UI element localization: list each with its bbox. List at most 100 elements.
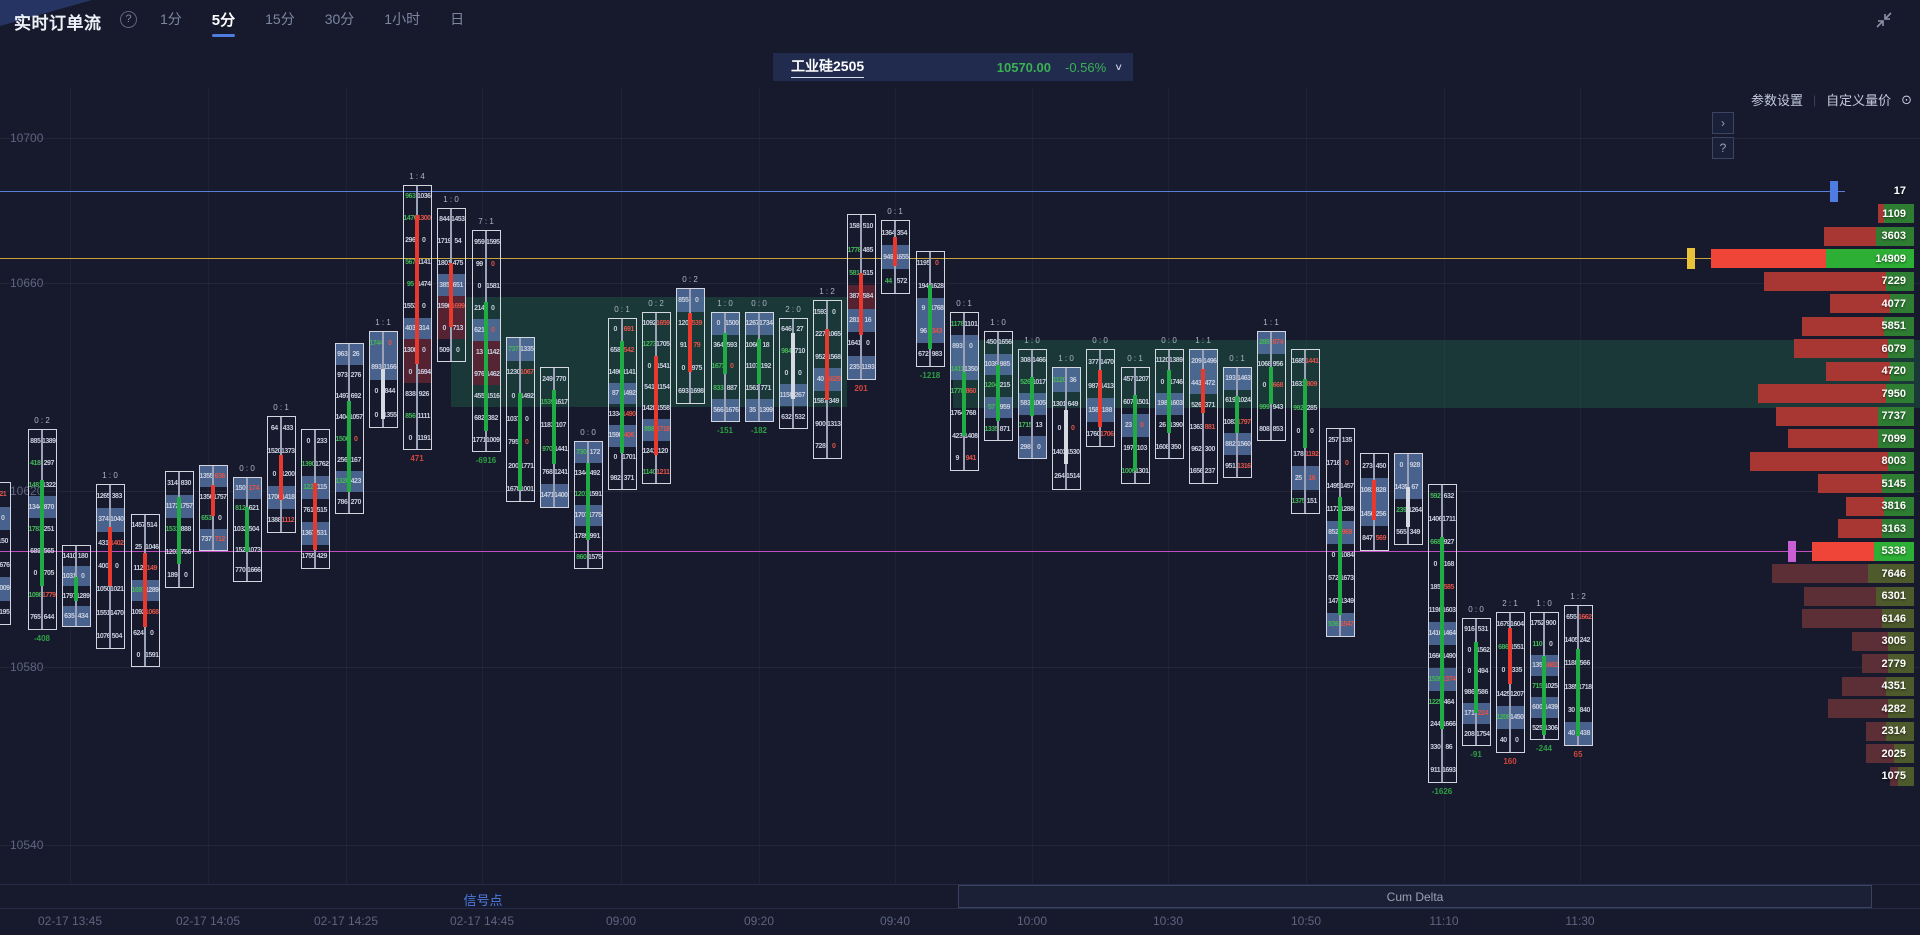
bid-volume-cell: 1495: [1327, 475, 1341, 498]
profile-sell-bar: [1802, 609, 1882, 628]
bid-volume-cell: 0: [302, 430, 316, 453]
ask-volume-cell: 494: [1476, 661, 1490, 682]
ask-volume-cell: 926: [417, 383, 431, 405]
candle-body: [620, 341, 624, 454]
bar-ratio-label: 1 : 2: [819, 287, 835, 296]
instrument-change: -0.56%: [1065, 60, 1106, 75]
profile-sell-bar: [1838, 519, 1882, 538]
ask-volume-cell: 1441: [554, 438, 568, 461]
ask-volume-cell: 504: [110, 625, 124, 648]
ask-volume-cell: 256: [1374, 502, 1388, 526]
profile-volume-value: 4077: [1882, 298, 1906, 310]
bar-delta-label: 471: [410, 454, 423, 463]
expand-panel-button[interactable]: ›: [1712, 112, 1734, 134]
visibility-icon[interactable]: ⊙: [1901, 92, 1912, 108]
signal-points-toggle[interactable]: 信号点: [463, 890, 502, 909]
ask-volume-cell: 1492: [520, 385, 534, 408]
grid-line-vertical: [759, 88, 760, 884]
title-help-icon[interactable]: ?: [120, 11, 137, 28]
candle-body: [552, 390, 556, 464]
ask-volume-cell: 1400: [554, 484, 568, 507]
bid-volume-cell: 1778: [848, 238, 862, 261]
profile-volume-value: 2779: [1882, 658, 1906, 670]
bid-volume-cell: 786: [336, 492, 350, 513]
ask-volume-cell: 335: [1510, 659, 1524, 682]
tab-5分[interactable]: 5分: [210, 0, 237, 39]
ask-volume-cell: 1466: [1032, 350, 1046, 372]
bid-volume-cell: 655: [1565, 606, 1579, 629]
ask-volume-cell: 1551: [1510, 636, 1524, 659]
ask-volume-cell: 135: [1340, 429, 1354, 452]
ask-volume-cell: 86: [1442, 736, 1456, 759]
tab-日[interactable]: 日: [448, 0, 466, 38]
footprint-bar: 31483011721757153188812037561890: [165, 471, 194, 588]
collapse-icon[interactable]: [1872, 8, 1896, 32]
bid-volume-cell: 308: [1019, 350, 1033, 372]
bid-volume-cell: 1265: [97, 485, 111, 508]
candle-body: [654, 356, 658, 456]
candle-body: [859, 273, 863, 335]
candle-body: [245, 507, 249, 552]
bar-ratio-label: 1 : 4: [409, 172, 425, 181]
candle-body: [1201, 369, 1205, 413]
ask-volume-cell: 1300: [417, 208, 431, 230]
grid-line-vertical: [70, 88, 71, 884]
bid-volume-cell: 911: [1429, 759, 1443, 782]
ask-volume-cell: 1040: [110, 508, 124, 531]
bid-volume-cell: 844: [438, 209, 452, 231]
bid-volume-cell: 838: [404, 383, 418, 405]
instrument-selector[interactable]: 工业硅2505 10570.00 -0.56% ∨: [773, 53, 1133, 81]
bid-volume-cell: 457: [1122, 368, 1136, 391]
bid-volume-cell: 962: [1190, 439, 1204, 461]
tab-15分[interactable]: 15分: [263, 0, 297, 38]
bid-volume-cell: 1719: [438, 231, 452, 253]
ask-volume-cell: 515: [315, 499, 329, 522]
ask-volume-cell: 0: [213, 508, 227, 529]
bid-volume-cell: 44: [882, 269, 896, 293]
tab-30分[interactable]: 30分: [323, 0, 357, 38]
ask-volume-cell: 1207: [1510, 683, 1524, 706]
bid-volume-cell: 298: [1019, 436, 1033, 458]
bar-ratio-label: 1 : 0: [1024, 336, 1040, 345]
ask-volume-cell: 1462: [486, 363, 500, 385]
bid-volume-cell: 1375: [1292, 490, 1306, 513]
volume-profile-row: 4720: [1812, 362, 1914, 381]
ask-volume-cell: 636: [213, 466, 227, 487]
bid-volume-cell: 1641: [848, 332, 862, 355]
chevron-down-icon: ∨: [1114, 61, 1123, 72]
bid-volume-cell: 882: [1224, 433, 1238, 455]
ask-volume-cell: 1718: [656, 419, 670, 440]
custom-volume-button[interactable]: 自定义量价: [1826, 90, 1891, 109]
bid-volume-cell: 808: [1258, 418, 1272, 440]
settings-button[interactable]: 参数设置: [1751, 90, 1803, 109]
ask-volume-cell: 1779: [42, 585, 56, 607]
ask-volume-cell: 150: [0, 530, 10, 554]
candle-body: [586, 463, 590, 540]
profile-volume-value: 7229: [1882, 275, 1906, 287]
ask-volume-cell: 1718: [1578, 676, 1592, 699]
ask-volume-cell: 572: [895, 269, 909, 293]
ask-volume-cell: 927: [1442, 531, 1456, 554]
footprint-row: 1931009: [0, 577, 10, 601]
tab-1小时[interactable]: 1小时: [382, 0, 422, 38]
yellow-poc-line: [0, 258, 1914, 259]
bar-delta-label: 160: [1503, 757, 1516, 766]
tab-1分[interactable]: 1分: [158, 0, 184, 38]
ask-volume-cell: 0: [179, 564, 193, 587]
cum-delta-pane[interactable]: Cum Delta: [958, 885, 1872, 908]
bid-volume-cell: 1685: [1292, 350, 1306, 373]
panel-help-button[interactable]: ?: [1712, 137, 1734, 159]
ask-volume-cell: 770: [554, 368, 568, 391]
footprint-bar: 193146361910241083179788215609511316: [1223, 367, 1252, 478]
ask-volume-cell: 237: [1203, 461, 1217, 483]
bid-volume-cell: 64: [268, 417, 282, 440]
ask-volume-cell: 406: [622, 425, 636, 446]
ask-volume-cell: 1322: [42, 474, 56, 496]
ask-volume-cell: 1771: [520, 454, 534, 477]
ask-volume-cell: 103: [1135, 437, 1149, 460]
ask-volume-cell: 809: [1305, 373, 1319, 396]
ask-volume-cell: 584: [861, 285, 875, 308]
chart-toolbar: 参数设置 | 自定义量价 ⊙: [1751, 90, 1912, 109]
ask-volume-cell: 1516: [486, 385, 500, 407]
ask-volume-cell: 1693: [1442, 759, 1456, 782]
